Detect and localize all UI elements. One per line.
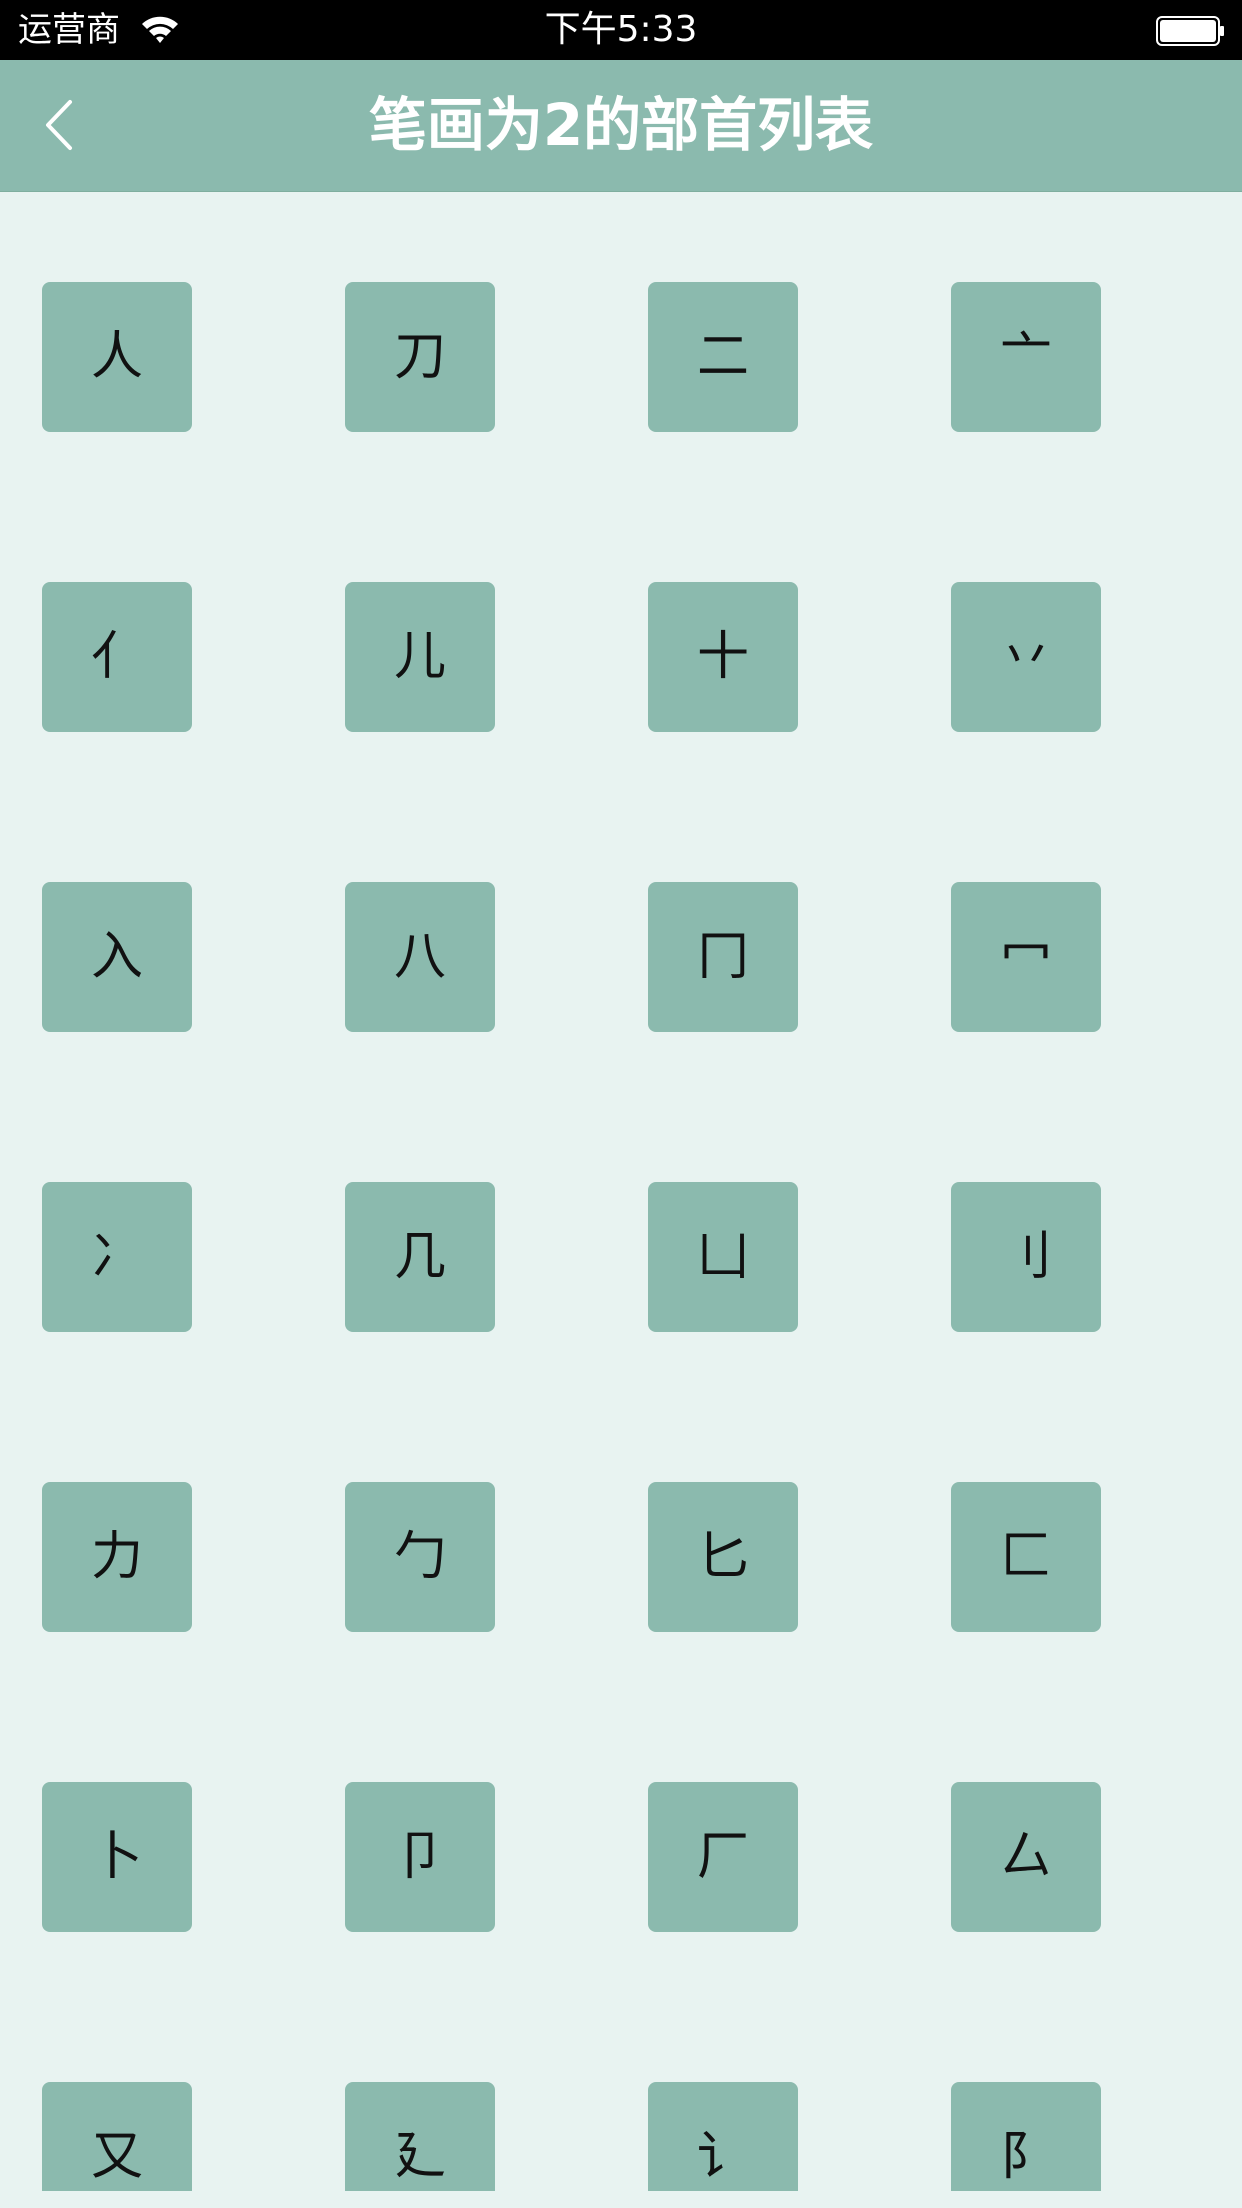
radical-label: 刀	[393, 327, 446, 387]
radical-tile[interactable]: 匕	[648, 1482, 798, 1632]
radical-tile[interactable]: 阝	[951, 2082, 1101, 2191]
radical-tile[interactable]: 匚	[951, 1482, 1101, 1632]
radical-label: 廴	[393, 2127, 446, 2187]
radical-label: 人	[90, 327, 143, 387]
radical-label: 八	[393, 927, 446, 987]
radical-tile[interactable]: 丷	[951, 582, 1101, 732]
radical-label: 卜	[90, 1827, 143, 1887]
radical-label: 亻	[90, 627, 143, 687]
radical-tile[interactable]: 讠	[648, 2082, 798, 2191]
radical-tile[interactable]: 廴	[345, 2082, 495, 2191]
radical-label: 亠	[999, 327, 1052, 387]
radical-label: 力	[90, 1527, 143, 1587]
status-time: 下午5:33	[544, 9, 698, 50]
radical-label: 讠	[696, 2127, 749, 2187]
radical-label: 儿	[393, 627, 446, 687]
radical-label: 刂	[999, 1227, 1052, 1287]
radical-tile[interactable]: 二	[648, 282, 798, 432]
radical-tile[interactable]: 人	[42, 282, 192, 432]
radical-tile[interactable]: 八	[345, 882, 495, 1032]
radical-tile[interactable]: 卜	[42, 1782, 192, 1932]
battery-icon	[1156, 15, 1226, 47]
radical-label: 厶	[999, 1827, 1052, 1887]
radical-tile[interactable]: 几	[345, 1182, 495, 1332]
radical-tile[interactable]: 冖	[951, 882, 1101, 1032]
radical-label: 阝	[999, 2127, 1052, 2187]
status-bar: 运营商 下午5:33	[0, 0, 1242, 60]
radical-tile[interactable]: 厶	[951, 1782, 1101, 1932]
chevron-left-icon	[46, 100, 72, 150]
radical-label: 勹	[393, 1527, 446, 1587]
radical-label: 冖	[999, 927, 1052, 987]
radical-label: 匚	[999, 1527, 1052, 1587]
radical-tile[interactable]: 刀	[345, 282, 495, 432]
radical-grid: 人 刀 二 亠 亻 儿 十 丷 入 八 冂 冖 冫 几 凵 刂 力 勹 匕 匚 …	[42, 282, 1101, 2191]
back-button[interactable]	[28, 90, 92, 160]
navigation-bar: 笔画为2的部首列表	[0, 60, 1242, 192]
radical-list: 人 刀 二 亠 亻 儿 十 丷 入 八 冂 冖 冫 几 凵 刂 力 勹 匕 匚 …	[0, 192, 1242, 2191]
radical-tile[interactable]: 刂	[951, 1182, 1101, 1332]
radical-tile[interactable]: 入	[42, 882, 192, 1032]
radical-label: 匕	[696, 1527, 749, 1587]
page-title: 笔画为2的部首列表	[368, 91, 874, 159]
radical-tile[interactable]: 勹	[345, 1482, 495, 1632]
radical-tile[interactable]: 亻	[42, 582, 192, 732]
radical-label: 丷	[999, 627, 1052, 687]
radical-tile[interactable]: 又	[42, 2082, 192, 2191]
radical-tile[interactable]: 冂	[648, 882, 798, 1032]
radical-tile[interactable]: 儿	[345, 582, 495, 732]
radical-label: 十	[696, 627, 749, 687]
radical-label: 冫	[90, 1227, 143, 1287]
radical-tile[interactable]: 凵	[648, 1182, 798, 1332]
radical-tile[interactable]: 十	[648, 582, 798, 732]
radical-tile[interactable]: 卩	[345, 1782, 495, 1932]
radical-tile[interactable]: 力	[42, 1482, 192, 1632]
radical-tile[interactable]: 亠	[951, 282, 1101, 432]
radical-tile[interactable]: 厂	[648, 1782, 798, 1932]
radical-label: 入	[90, 927, 143, 987]
radical-label: 凵	[696, 1227, 749, 1287]
radical-label: 二	[696, 327, 749, 387]
radical-label: 卩	[393, 1827, 446, 1887]
radical-label: 几	[393, 1227, 446, 1287]
radical-tile[interactable]: 冫	[42, 1182, 192, 1332]
radical-label: 冂	[696, 927, 749, 987]
radical-label: 又	[90, 2127, 143, 2187]
radical-label: 厂	[696, 1827, 749, 1887]
